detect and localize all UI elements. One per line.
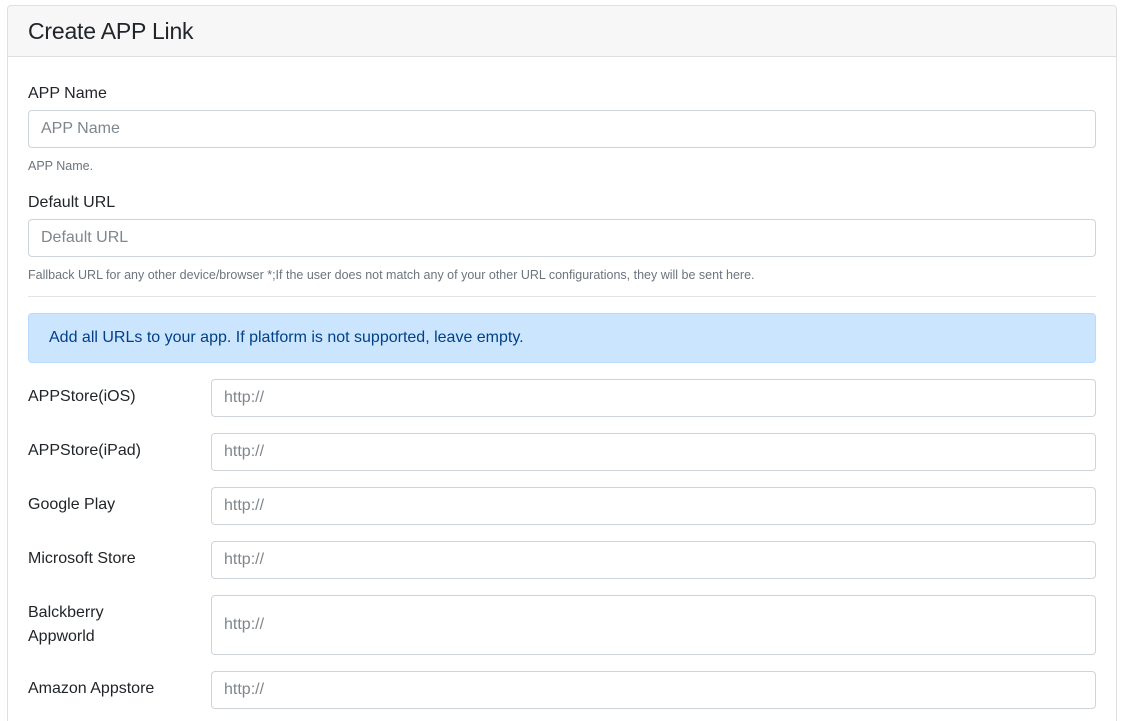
default-url-input[interactable]: Default URL — [28, 219, 1096, 257]
platform-placeholder-blackberry: http:// — [224, 616, 265, 633]
default-url-placeholder: Default URL — [41, 229, 129, 246]
app-name-help: APP Name. — [28, 159, 94, 173]
platform-label-google-play: Google Play — [28, 496, 116, 513]
create-app-link-card: Create APP Link APP Name APP Name APP Na… — [7, 5, 1117, 721]
page-title: Create APP Link — [28, 17, 194, 44]
platform-input-google-play[interactable]: http:// — [211, 487, 1096, 525]
platform-input-microsoft-store[interactable]: http:// — [211, 541, 1096, 579]
default-url-label: Default URL — [28, 194, 116, 211]
platform-input-blackberry[interactable]: http:// — [211, 595, 1096, 655]
platform-label-blackberry: Balckberry Appworld — [28, 604, 104, 645]
card-header: Create APP Link — [8, 6, 1116, 57]
section-divider — [28, 296, 1096, 297]
default-url-help: Fallback URL for any other device/browse… — [28, 268, 755, 282]
app-name-placeholder: APP Name — [41, 120, 120, 137]
platform-label-microsoft-store: Microsoft Store — [28, 550, 136, 567]
platform-input-ios[interactable]: http:// — [211, 379, 1096, 417]
platform-placeholder-ipad: http:// — [224, 443, 265, 460]
platform-input-amazon[interactable]: http:// — [211, 671, 1096, 709]
platform-placeholder-google-play: http:// — [224, 497, 265, 514]
platform-label-ipad: APPStore(iPad) — [28, 442, 141, 459]
platform-placeholder-ios: http:// — [224, 389, 265, 406]
platform-label-ios: APPStore(iOS) — [28, 388, 136, 405]
info-alert: Add all URLs to your app. If platform is… — [28, 313, 1096, 363]
app-name-input[interactable]: APP Name — [28, 110, 1096, 148]
app-name-label: APP Name — [28, 85, 107, 102]
info-alert-text: Add all URLs to your app. If platform is… — [49, 329, 524, 346]
platform-label-amazon: Amazon Appstore — [28, 680, 155, 697]
platform-input-ipad[interactable]: http:// — [211, 433, 1096, 471]
platform-placeholder-microsoft-store: http:// — [224, 551, 265, 568]
platform-placeholder-amazon: http:// — [224, 681, 265, 698]
